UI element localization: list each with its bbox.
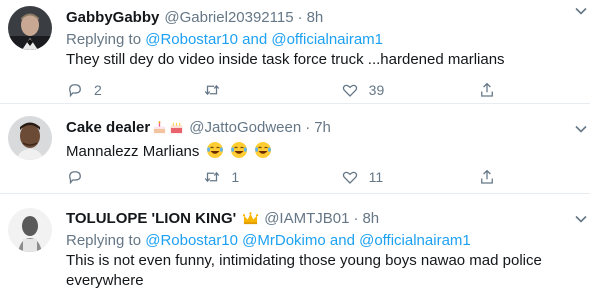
share-icon (481, 169, 493, 184)
display-name[interactable]: TOLULOPE 'LION KING' (66, 210, 236, 227)
separator-dot: · (297, 8, 303, 26)
timestamp[interactable]: 8h (307, 9, 324, 26)
retweet-button[interactable] (203, 80, 313, 100)
tweet-text-row: Mannalezz Marlians (66, 141, 580, 162)
reply-icon (69, 171, 81, 185)
chevron-down-icon[interactable] (574, 122, 588, 136)
chevron-down-icon[interactable] (574, 212, 588, 226)
replying-to-label: Replying to (66, 31, 142, 48)
cake-icon (171, 122, 183, 133)
retweet-count: 1 (231, 169, 240, 185)
like-button[interactable]: 39 (341, 80, 451, 100)
retweet-icon (205, 171, 220, 183)
avatar[interactable] (8, 6, 52, 50)
birthday-cake-icon (154, 120, 166, 133)
tweet[interactable]: TOLULOPE 'LION KING' @IAMTJB01 · 8h Repl… (0, 194, 590, 300)
retweet-button[interactable]: 1 (203, 167, 313, 187)
reply-icon (69, 84, 81, 98)
heart-icon (342, 84, 357, 97)
reply-count: 2 (94, 82, 102, 98)
tweet-text: Mannalezz Marlians (66, 143, 200, 160)
replying-to-label: Replying to (66, 232, 142, 249)
timestamp[interactable]: 8h (362, 210, 379, 227)
like-button[interactable]: 11 (341, 167, 451, 187)
replying-to: Replying to @Robostar10 @MrDokimo and @o… (66, 232, 580, 249)
share-icon (481, 82, 493, 97)
display-name[interactable]: Cake dealer (66, 119, 150, 136)
user-handle[interactable]: @Gabriel20392115 (164, 9, 293, 26)
tears-of-joy-icon (254, 142, 271, 158)
tweet[interactable]: Cake dealer @JattoGodween · 7h Mannalezz… (0, 104, 590, 194)
reply-button[interactable]: 2 (66, 80, 176, 100)
reply-button[interactable] (66, 167, 176, 187)
tears-of-joy-icon (230, 142, 247, 158)
display-name[interactable]: GabbyGabby (66, 9, 159, 26)
retweet-icon (205, 84, 220, 96)
timestamp[interactable]: 7h (314, 119, 331, 136)
tweet[interactable]: GabbyGabby @Gabriel20392115 · 8h Replyin… (0, 0, 590, 104)
user-handle[interactable]: @IAMTJB01 (264, 210, 349, 227)
replying-to-links[interactable]: @Robostar10 @MrDokimo and @officialnaira… (145, 232, 471, 249)
tears-of-joy-icon (206, 142, 223, 158)
replying-to: Replying to @Robostar10 and @officialnai… (66, 31, 580, 48)
avatar[interactable] (8, 208, 52, 252)
share-button[interactable] (478, 167, 506, 187)
share-button[interactable] (478, 80, 506, 100)
like-count: 11 (368, 169, 384, 185)
heart-icon (342, 171, 357, 184)
like-count: 39 (368, 82, 385, 98)
user-handle[interactable]: @JattoGodween (189, 119, 301, 136)
tweet-text: They still dey do video inside task forc… (66, 51, 505, 68)
chevron-down-icon[interactable] (574, 4, 588, 18)
separator-dot: · (305, 118, 311, 136)
replying-to-links[interactable]: @Robostar10 and @officialnairam1 (145, 31, 383, 48)
separator-dot: · (353, 209, 359, 227)
tweet-text: This is not even funny, intimidating tho… (66, 252, 542, 289)
crown-icon (243, 211, 259, 224)
avatar[interactable] (8, 116, 52, 160)
